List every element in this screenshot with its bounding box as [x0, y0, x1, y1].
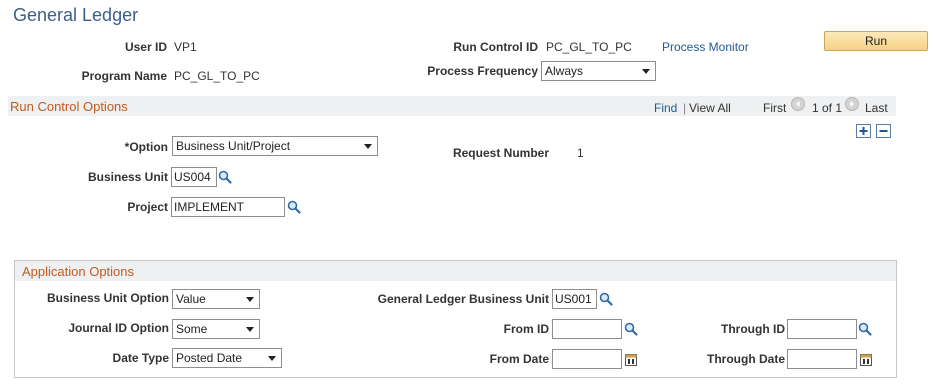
chevron-down-icon: [642, 69, 650, 74]
journal-id-option-value: Some: [176, 322, 208, 336]
find-link[interactable]: Find: [654, 100, 677, 116]
search-icon[interactable]: [599, 292, 613, 306]
from-id-input[interactable]: [552, 319, 622, 339]
business-unit-input[interactable]: US004: [171, 167, 217, 187]
business-unit-label: Business Unit: [87, 170, 168, 184]
run-control-options-title: Run Control Options: [10, 99, 128, 114]
next-row-button[interactable]: [845, 97, 859, 111]
journal-id-option-select[interactable]: Some: [172, 319, 260, 339]
last-label: Last: [865, 101, 888, 115]
application-options-title: Application Options: [22, 264, 135, 279]
user-id-label: User ID: [124, 40, 167, 54]
project-input[interactable]: IMPLEMENT: [171, 197, 285, 217]
request-number-label: Request Number: [452, 146, 549, 160]
minus-icon: [879, 130, 888, 132]
application-options-bar: [15, 261, 896, 281]
add-row-button[interactable]: [856, 124, 871, 138]
run-control-label: Run Control ID: [453, 40, 538, 54]
search-icon[interactable]: [624, 322, 638, 336]
run-control-value: PC_GL_TO_PC: [546, 40, 632, 54]
bu-option-value: Value: [176, 292, 206, 306]
search-icon[interactable]: [858, 322, 872, 336]
option-label: *Option: [124, 140, 168, 154]
user-id-value: VP1: [174, 40, 197, 54]
project-label: Project: [127, 200, 168, 214]
previous-row-button[interactable]: [791, 97, 805, 111]
gl-business-unit-label: General Ledger Business Unit: [377, 292, 549, 306]
date-type-select[interactable]: Posted Date: [172, 348, 282, 368]
option-select[interactable]: Business Unit/Project: [172, 136, 378, 156]
process-frequency-value: Always: [545, 64, 584, 78]
date-type-label: Date Type: [112, 351, 169, 365]
process-frequency-select[interactable]: Always: [541, 61, 656, 81]
chevron-right-icon: [850, 101, 854, 107]
process-frequency-label: Process Frequency: [427, 64, 538, 78]
through-date-input[interactable]: [787, 349, 857, 369]
journal-id-option-label: Journal ID Option: [68, 321, 169, 335]
gl-business-unit-input[interactable]: US001: [552, 289, 597, 309]
chevron-down-icon: [364, 144, 372, 149]
calendar-icon[interactable]: [860, 353, 872, 366]
through-id-input[interactable]: [787, 319, 857, 339]
view-all-link[interactable]: View All: [689, 100, 731, 116]
request-number-value: 1: [577, 146, 584, 160]
through-date-label: Through Date: [707, 352, 785, 366]
delete-row-button[interactable]: [876, 124, 891, 138]
program-name-value: PC_GL_TO_PC: [174, 69, 260, 83]
chevron-down-icon: [246, 297, 254, 302]
search-icon[interactable]: [218, 170, 232, 184]
plus-icon: [859, 127, 868, 135]
from-id-label: From ID: [503, 322, 549, 336]
option-value: Business Unit/Project: [176, 139, 291, 153]
chevron-down-icon: [268, 356, 276, 361]
first-label: First: [763, 101, 787, 115]
chevron-left-icon: [796, 101, 800, 107]
nav-separator: |: [683, 101, 687, 115]
process-monitor-link[interactable]: Process Monitor: [662, 39, 749, 55]
from-date-label: From Date: [489, 352, 549, 366]
chevron-down-icon: [246, 327, 254, 332]
run-button[interactable]: Run: [824, 31, 928, 51]
page-indicator: 1 of 1: [812, 101, 843, 115]
search-icon[interactable]: [287, 200, 301, 214]
bu-option-select[interactable]: Value: [172, 289, 260, 309]
program-name-label: Program Name: [81, 69, 167, 83]
page-title: General Ledger: [13, 5, 139, 25]
bu-option-label: Business Unit Option: [46, 291, 169, 305]
date-type-value: Posted Date: [176, 351, 243, 365]
calendar-icon[interactable]: [625, 353, 637, 366]
from-date-input[interactable]: [552, 349, 622, 369]
through-id-label: Through ID: [721, 322, 785, 336]
